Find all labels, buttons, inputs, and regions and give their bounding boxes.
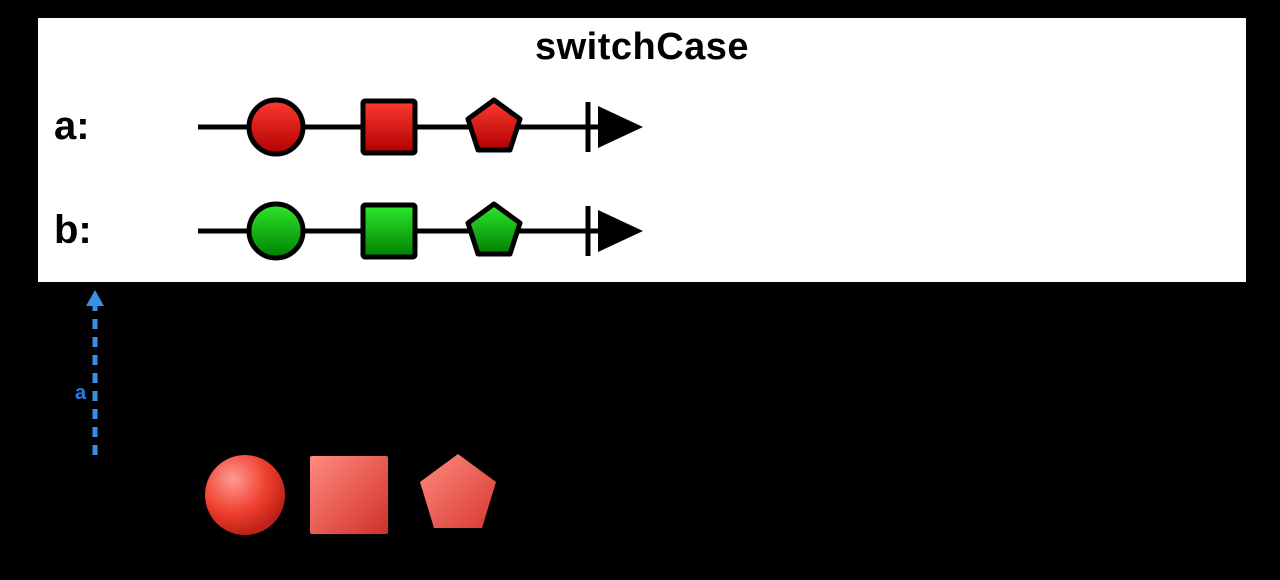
row-label-a: a: bbox=[54, 104, 90, 149]
diagram-canvas: switchCase a: b: bbox=[0, 0, 1280, 580]
row-label-b: b: bbox=[54, 208, 92, 253]
operator-box: switchCase a: b: bbox=[36, 16, 1248, 284]
output-circle bbox=[205, 455, 285, 535]
output-marbles bbox=[200, 450, 520, 540]
marble-square bbox=[363, 205, 415, 257]
selector-arrow bbox=[80, 290, 110, 460]
marble-circle bbox=[249, 204, 303, 258]
marble-square bbox=[363, 101, 415, 153]
stream-c-ticks bbox=[196, 282, 646, 292]
marble-circle bbox=[249, 100, 303, 154]
stream-b bbox=[198, 196, 648, 266]
marble-pentagon bbox=[468, 204, 520, 254]
output-square bbox=[310, 456, 388, 534]
operator-title: switchCase bbox=[38, 26, 1246, 69]
stream-a bbox=[198, 92, 648, 162]
output-pentagon bbox=[420, 454, 496, 528]
marble-pentagon bbox=[468, 100, 520, 150]
selector-label: a bbox=[75, 382, 86, 405]
